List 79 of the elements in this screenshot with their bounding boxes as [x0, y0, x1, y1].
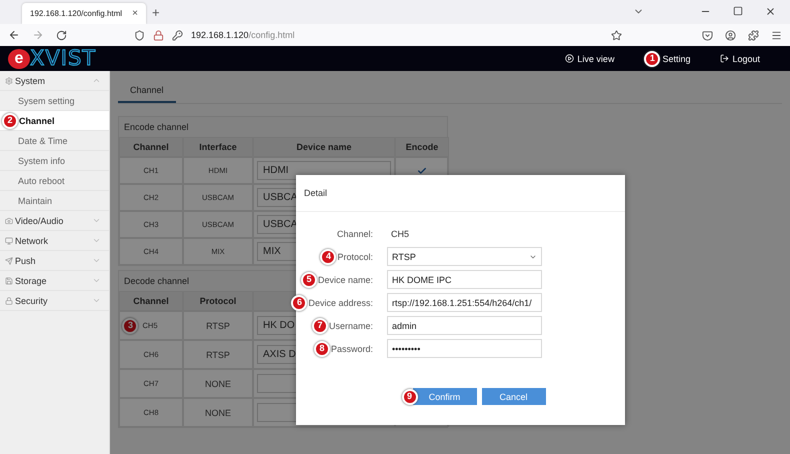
column-header: Channel [119, 291, 183, 311]
logout-icon [720, 54, 730, 63]
extensions-icon[interactable] [748, 30, 759, 40]
lock-icon[interactable] [153, 30, 164, 40]
column-header: Interface [183, 137, 253, 157]
browser-tab[interactable]: 192.168.1.120/config.html × [22, 3, 146, 24]
sidebar-item[interactable]: System info [0, 151, 109, 171]
number-badge: 6 [291, 294, 308, 310]
table-cell: NONE [204, 408, 231, 418]
new-tab-button[interactable]: + [152, 4, 160, 20]
nav-link[interactable]: Setting [662, 54, 690, 64]
star-icon[interactable] [611, 30, 622, 40]
sidebar-item[interactable]: Auto reboot [0, 171, 109, 191]
sidebar-group[interactable]: Storage [0, 271, 109, 291]
field-label: Protocol: [337, 252, 373, 262]
number-badge: 8 [314, 340, 330, 356]
close-icon[interactable]: × [132, 8, 138, 19]
number-badge: 7 [312, 318, 328, 334]
reload-icon[interactable] [56, 30, 67, 40]
sidebar-group[interactable]: System [0, 71, 109, 91]
number-badge: 9 [402, 388, 418, 404]
sidebar-item[interactable]: Date & Time [0, 131, 109, 151]
chevron-icon [92, 296, 101, 305]
number-badge: 1 [644, 50, 660, 66]
sidebar-item[interactable]: 2 Channel [0, 111, 109, 131]
chevron-icon [92, 256, 101, 265]
key-icon[interactable] [172, 30, 183, 40]
chevron-icon [92, 76, 101, 85]
chevron-icon [92, 276, 101, 285]
shield-icon[interactable] [134, 30, 145, 40]
menu-icon[interactable] [771, 30, 782, 40]
encode-checkbox[interactable] [416, 165, 428, 176]
input-field[interactable]: admin [387, 316, 542, 335]
sidebar-group[interactable]: Push [0, 251, 109, 271]
account-icon[interactable] [725, 30, 736, 40]
table-cell: NONE [204, 378, 231, 388]
send-icon [5, 256, 13, 264]
play-icon [565, 54, 574, 63]
sidebar-group[interactable]: Video/Audio [0, 211, 109, 231]
field-label: Device name: [318, 274, 373, 284]
save-icon [5, 276, 13, 284]
pocket-icon[interactable] [702, 30, 713, 40]
field-label: Username: [328, 320, 373, 330]
column-header: Protocol [183, 291, 253, 311]
sidebar-group[interactable]: Security [0, 291, 109, 311]
logo: e XVIST [8, 48, 96, 69]
tab[interactable]: Channel [118, 79, 176, 103]
column-header: Encode [395, 137, 449, 157]
lock-icon [5, 296, 13, 304]
chevron-icon [92, 236, 101, 245]
table-cell: RTSP [206, 350, 230, 360]
dialog-title: Detail [304, 188, 328, 198]
field-label: Channel: [336, 228, 373, 238]
back-icon[interactable] [8, 29, 20, 41]
field-label: Password: [330, 344, 373, 354]
number-badge: 3 [122, 318, 138, 334]
protocol-select[interactable]: RTSP [387, 247, 542, 266]
input-field[interactable]: HK DOME IPC [387, 270, 542, 289]
monitor-icon [5, 236, 13, 244]
chevron-icon [92, 216, 101, 225]
sidebar-group[interactable]: Network [0, 231, 109, 251]
table-cell: RTSP [206, 320, 230, 330]
input-field[interactable]: ••••••••• [387, 339, 542, 358]
camera-icon [5, 216, 13, 224]
nav-link[interactable]: Logout [720, 54, 760, 64]
sidebar-item[interactable]: Maintain [0, 191, 109, 211]
close-icon[interactable] [765, 6, 776, 16]
column-header: Channel [119, 137, 183, 157]
input-field[interactable]: rtsp://192.168.1.251:554/h264/ch1/ [387, 293, 542, 312]
address-bar[interactable]: 192.168.1.120/config.html [191, 30, 295, 40]
nav-link[interactable]: Live view [565, 54, 614, 64]
section-title: Encode channel [119, 117, 447, 137]
field-label: Device address: [308, 298, 373, 308]
gear-icon [5, 76, 13, 84]
column-header: Device name [253, 137, 395, 157]
number-badge: 4 [320, 248, 336, 264]
number-badge: 5 [300, 272, 317, 288]
channel-value: CH5 [390, 228, 410, 238]
maximize-icon[interactable] [733, 6, 743, 16]
